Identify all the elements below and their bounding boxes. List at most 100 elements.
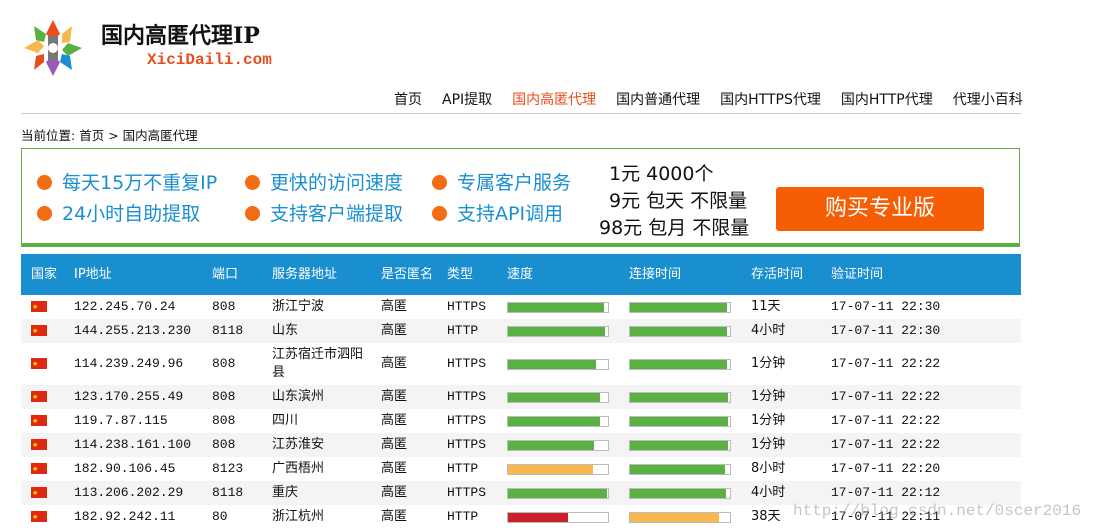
country-cell — [21, 481, 64, 505]
feature-item: 更快的访问速度 — [245, 168, 403, 195]
country-cell — [21, 343, 64, 385]
location-cell: 广西梧州 — [272, 461, 325, 476]
column-header[interactable]: IP地址 — [64, 254, 202, 295]
breadcrumb-home-link[interactable]: 首页 — [79, 128, 104, 143]
table-row[interactable]: 123.170.255.49 808 山东滨州 高匿 HTTPS 1分钟 17-07-11 … — [21, 385, 1021, 409]
speed-bar-fill — [508, 359, 596, 369]
country-cell — [21, 319, 64, 343]
nav-item[interactable]: 国内普通代理 — [616, 92, 700, 108]
speed-bar-fill — [508, 512, 568, 522]
country-cell — [21, 457, 64, 481]
table-body: 122.245.70.24808浙江宁波高匿HTTPS11天17-07-11 2… — [21, 295, 1021, 529]
breadcrumb: 当前位置: 首页 > 国内高匿代理 — [21, 125, 198, 144]
china-flag-icon — [31, 508, 47, 526]
bullet-icon — [37, 206, 52, 221]
site-subtitle: XiciDaili.com — [147, 51, 272, 69]
connect-time-bar-fill — [630, 488, 726, 498]
anonymity-cell: 高匿 — [381, 461, 408, 476]
anonymity-cell: 高匿 — [381, 485, 408, 500]
speed-bar — [507, 325, 609, 337]
port-cell: 808 — [212, 413, 236, 428]
connect-time-bar — [629, 358, 731, 370]
connect-time-cell — [619, 385, 741, 409]
nav-item[interactable]: 国内HTTP代理 — [841, 92, 933, 108]
table-row[interactable]: 114.238.161.100 808 江苏淮安 高匿 HTTPS 1分钟 17-07-11… — [21, 433, 1021, 457]
speed-bar-fill — [508, 326, 605, 336]
column-header[interactable]: 是否匿名 — [371, 254, 437, 295]
connect-time-bar — [629, 325, 731, 337]
china-flag-icon — [31, 436, 47, 454]
speed-cell — [497, 319, 619, 343]
nav-item[interactable]: 首页 — [394, 92, 422, 108]
bullet-icon — [245, 175, 260, 190]
anonymity-cell: 高匿 — [381, 356, 408, 371]
column-header[interactable]: 速度 — [497, 254, 619, 295]
nav-item[interactable]: 国内高匿代理 — [512, 92, 596, 108]
buy-pro-button[interactable]: 购买专业版 — [776, 187, 984, 231]
bullet-icon — [432, 206, 447, 221]
feature-item: 每天15万不重复IP — [37, 168, 217, 195]
country-cell — [21, 505, 64, 529]
type-cell: HTTP — [447, 509, 479, 524]
site-logo-icon[interactable] — [20, 16, 86, 80]
speed-cell — [497, 481, 619, 505]
column-header[interactable]: 端口 — [202, 254, 262, 295]
table-row[interactable]: 114.239.249.96 808 江苏宿迁市泗阳县 高匿 HTTPS 1分钟 17-07… — [21, 343, 1021, 385]
column-header[interactable]: 类型 — [437, 254, 497, 295]
type-cell: HTTPS — [447, 356, 487, 371]
country-cell — [21, 409, 64, 433]
table-row[interactable]: 144.255.213.230 8118 山东 高匿 HTTP 4小时 17-07-11 2… — [21, 319, 1021, 343]
connect-time-bar — [629, 463, 731, 475]
breadcrumb-current: 国内高匿代理 — [122, 128, 198, 143]
alive-time-cell: 8小时 — [751, 461, 786, 476]
speed-bar-fill — [508, 488, 607, 498]
price-option: 9元 包天 不限量 — [609, 190, 748, 212]
location-cell: 山东 — [272, 323, 299, 338]
type-cell: HTTPS — [447, 389, 487, 404]
connect-time-bar — [629, 511, 731, 523]
table-row[interactable]: 119.7.87.115 808 四川 高匿 HTTPS 1分钟 17-07-11 22:2… — [21, 409, 1021, 433]
alive-time-cell: 1分钟 — [751, 413, 786, 428]
table-row[interactable]: 182.90.106.45 8123 广西梧州 高匿 HTTP 8小时 17-07-11 2… — [21, 457, 1021, 481]
speed-bar — [507, 358, 609, 370]
verify-time-cell: 17-07-11 22:30 — [831, 323, 941, 338]
column-header[interactable]: 连接时间 — [619, 254, 741, 295]
speed-bar-fill — [508, 416, 600, 426]
location-cell: 江苏宿迁市泗阳县 — [272, 347, 364, 380]
ip-cell: 144.255.213.230 — [74, 323, 192, 338]
price-option: 1元 4000个 — [609, 163, 714, 185]
column-header[interactable]: 国家 — [21, 254, 64, 295]
port-cell: 8123 — [212, 461, 244, 476]
type-cell: HTTP — [447, 323, 479, 338]
column-header[interactable]: 存活时间 — [741, 254, 821, 295]
connect-time-bar-fill — [630, 440, 728, 450]
ip-cell: 122.245.70.24 — [74, 299, 176, 314]
type-cell: HTTPS — [447, 299, 487, 314]
china-flag-icon — [31, 412, 47, 430]
connect-time-bar-fill — [630, 512, 719, 522]
bullet-icon — [245, 206, 260, 221]
nav-item[interactable]: API提取 — [442, 92, 492, 108]
promo-banner[interactable]: 每天15万不重复IP 24小时自助提取 更快的访问速度 支持客户端提取 专属客户… — [21, 148, 1020, 247]
connect-time-bar-fill — [630, 326, 727, 336]
feature-item: 24小时自助提取 — [37, 199, 200, 226]
china-flag-icon — [31, 355, 47, 373]
column-header[interactable]: 服务器地址 — [262, 254, 371, 295]
connect-time-bar-fill — [630, 302, 727, 312]
nav-item[interactable]: 代理小百科 — [953, 92, 1023, 108]
table-row[interactable]: 122.245.70.24 808 浙江宁波 高匿 HTTPS 11天 17-07-11 2… — [21, 295, 1021, 319]
port-cell: 80 — [212, 509, 228, 524]
nav-item[interactable]: 国内HTTPS代理 — [720, 92, 821, 108]
connect-time-cell — [619, 457, 741, 481]
ip-cell: 182.92.242.11 — [74, 509, 176, 524]
port-cell: 808 — [212, 437, 236, 452]
port-cell: 808 — [212, 299, 236, 314]
country-cell — [21, 433, 64, 457]
column-header[interactable]: 验证时间 — [821, 254, 1021, 295]
location-cell: 浙江宁波 — [272, 299, 325, 314]
verify-time-cell: 17-07-11 22:22 — [831, 356, 941, 371]
ip-cell: 114.238.161.100 — [74, 437, 192, 452]
location-cell: 山东滨州 — [272, 389, 325, 404]
feature-item: 支持客户端提取 — [245, 199, 403, 226]
alive-time-cell: 1分钟 — [751, 389, 786, 404]
